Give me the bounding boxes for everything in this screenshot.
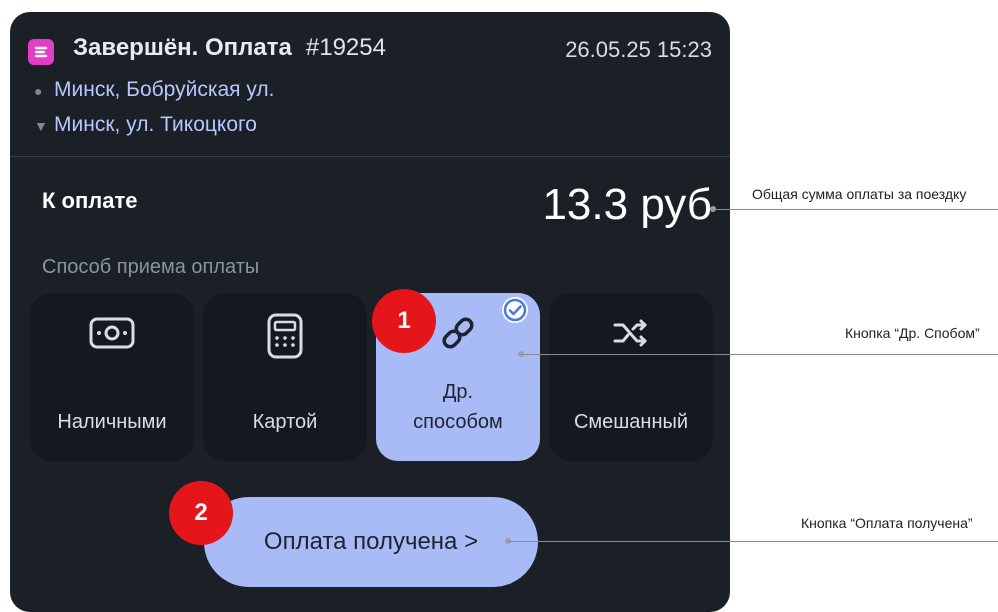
method-mixed-label: Смешанный	[573, 411, 689, 433]
route-end-arrow-icon: ▼	[34, 118, 48, 134]
app-logo-icon	[28, 39, 54, 65]
method-card-label: Картой	[252, 411, 318, 433]
method-cash-button[interactable]: Наличными	[30, 293, 194, 461]
order-header: Завершён. Оплата #19254 26.05.25 15:23 ● М…	[10, 12, 730, 156]
callout-other-text: Кнопка “Др. Спобом”	[845, 325, 980, 341]
order-payment-card: Завершён. Оплата #19254 26.05.25 15:23 ● М…	[10, 12, 730, 612]
callout-total-text: Общая сумма оплаты за поездку	[752, 186, 967, 202]
route-from-text: Минск, Бобруйская ул.	[54, 78, 275, 101]
step-badge-2: 2	[169, 481, 233, 545]
payment-method-title: Способ приема оплаты	[42, 256, 260, 278]
callout-received-line	[508, 541, 998, 542]
payment-label: К оплате	[42, 188, 138, 213]
shuffle-icon	[549, 313, 713, 357]
payment-amount: 13.3 руб	[542, 180, 712, 229]
callout-received-text: Кнопка “Оплата получена”	[801, 515, 973, 531]
cash-icon	[30, 313, 194, 357]
order-datetime: 26.05.25 15:23	[565, 37, 712, 62]
payment-received-button[interactable]: Оплата получена >	[204, 497, 538, 587]
route-to: ▼ Минск, ул. Тикоцкого	[34, 113, 257, 137]
route-start-dot-icon: ●	[34, 83, 43, 99]
order-number: #19254	[305, 34, 386, 61]
callout-other-line	[521, 354, 998, 355]
step-badge-1: 1	[372, 289, 436, 353]
route-from: ● Минск, Бобруйская ул.	[34, 78, 275, 102]
order-status: Завершён. Оплата	[73, 34, 292, 61]
method-other-label: Др. способом	[413, 381, 503, 433]
route-to-text: Минск, ул. Тикоцкого	[54, 113, 257, 136]
callout-total-line	[713, 209, 998, 210]
method-cash-label: Наличными	[57, 411, 167, 433]
header-divider	[10, 156, 730, 157]
method-card-button[interactable]: Картой	[203, 293, 367, 461]
order-title: Завершён. Оплата #19254	[73, 34, 386, 62]
card-terminal-icon	[203, 313, 367, 359]
method-mixed-button[interactable]: Смешанный	[549, 293, 713, 461]
